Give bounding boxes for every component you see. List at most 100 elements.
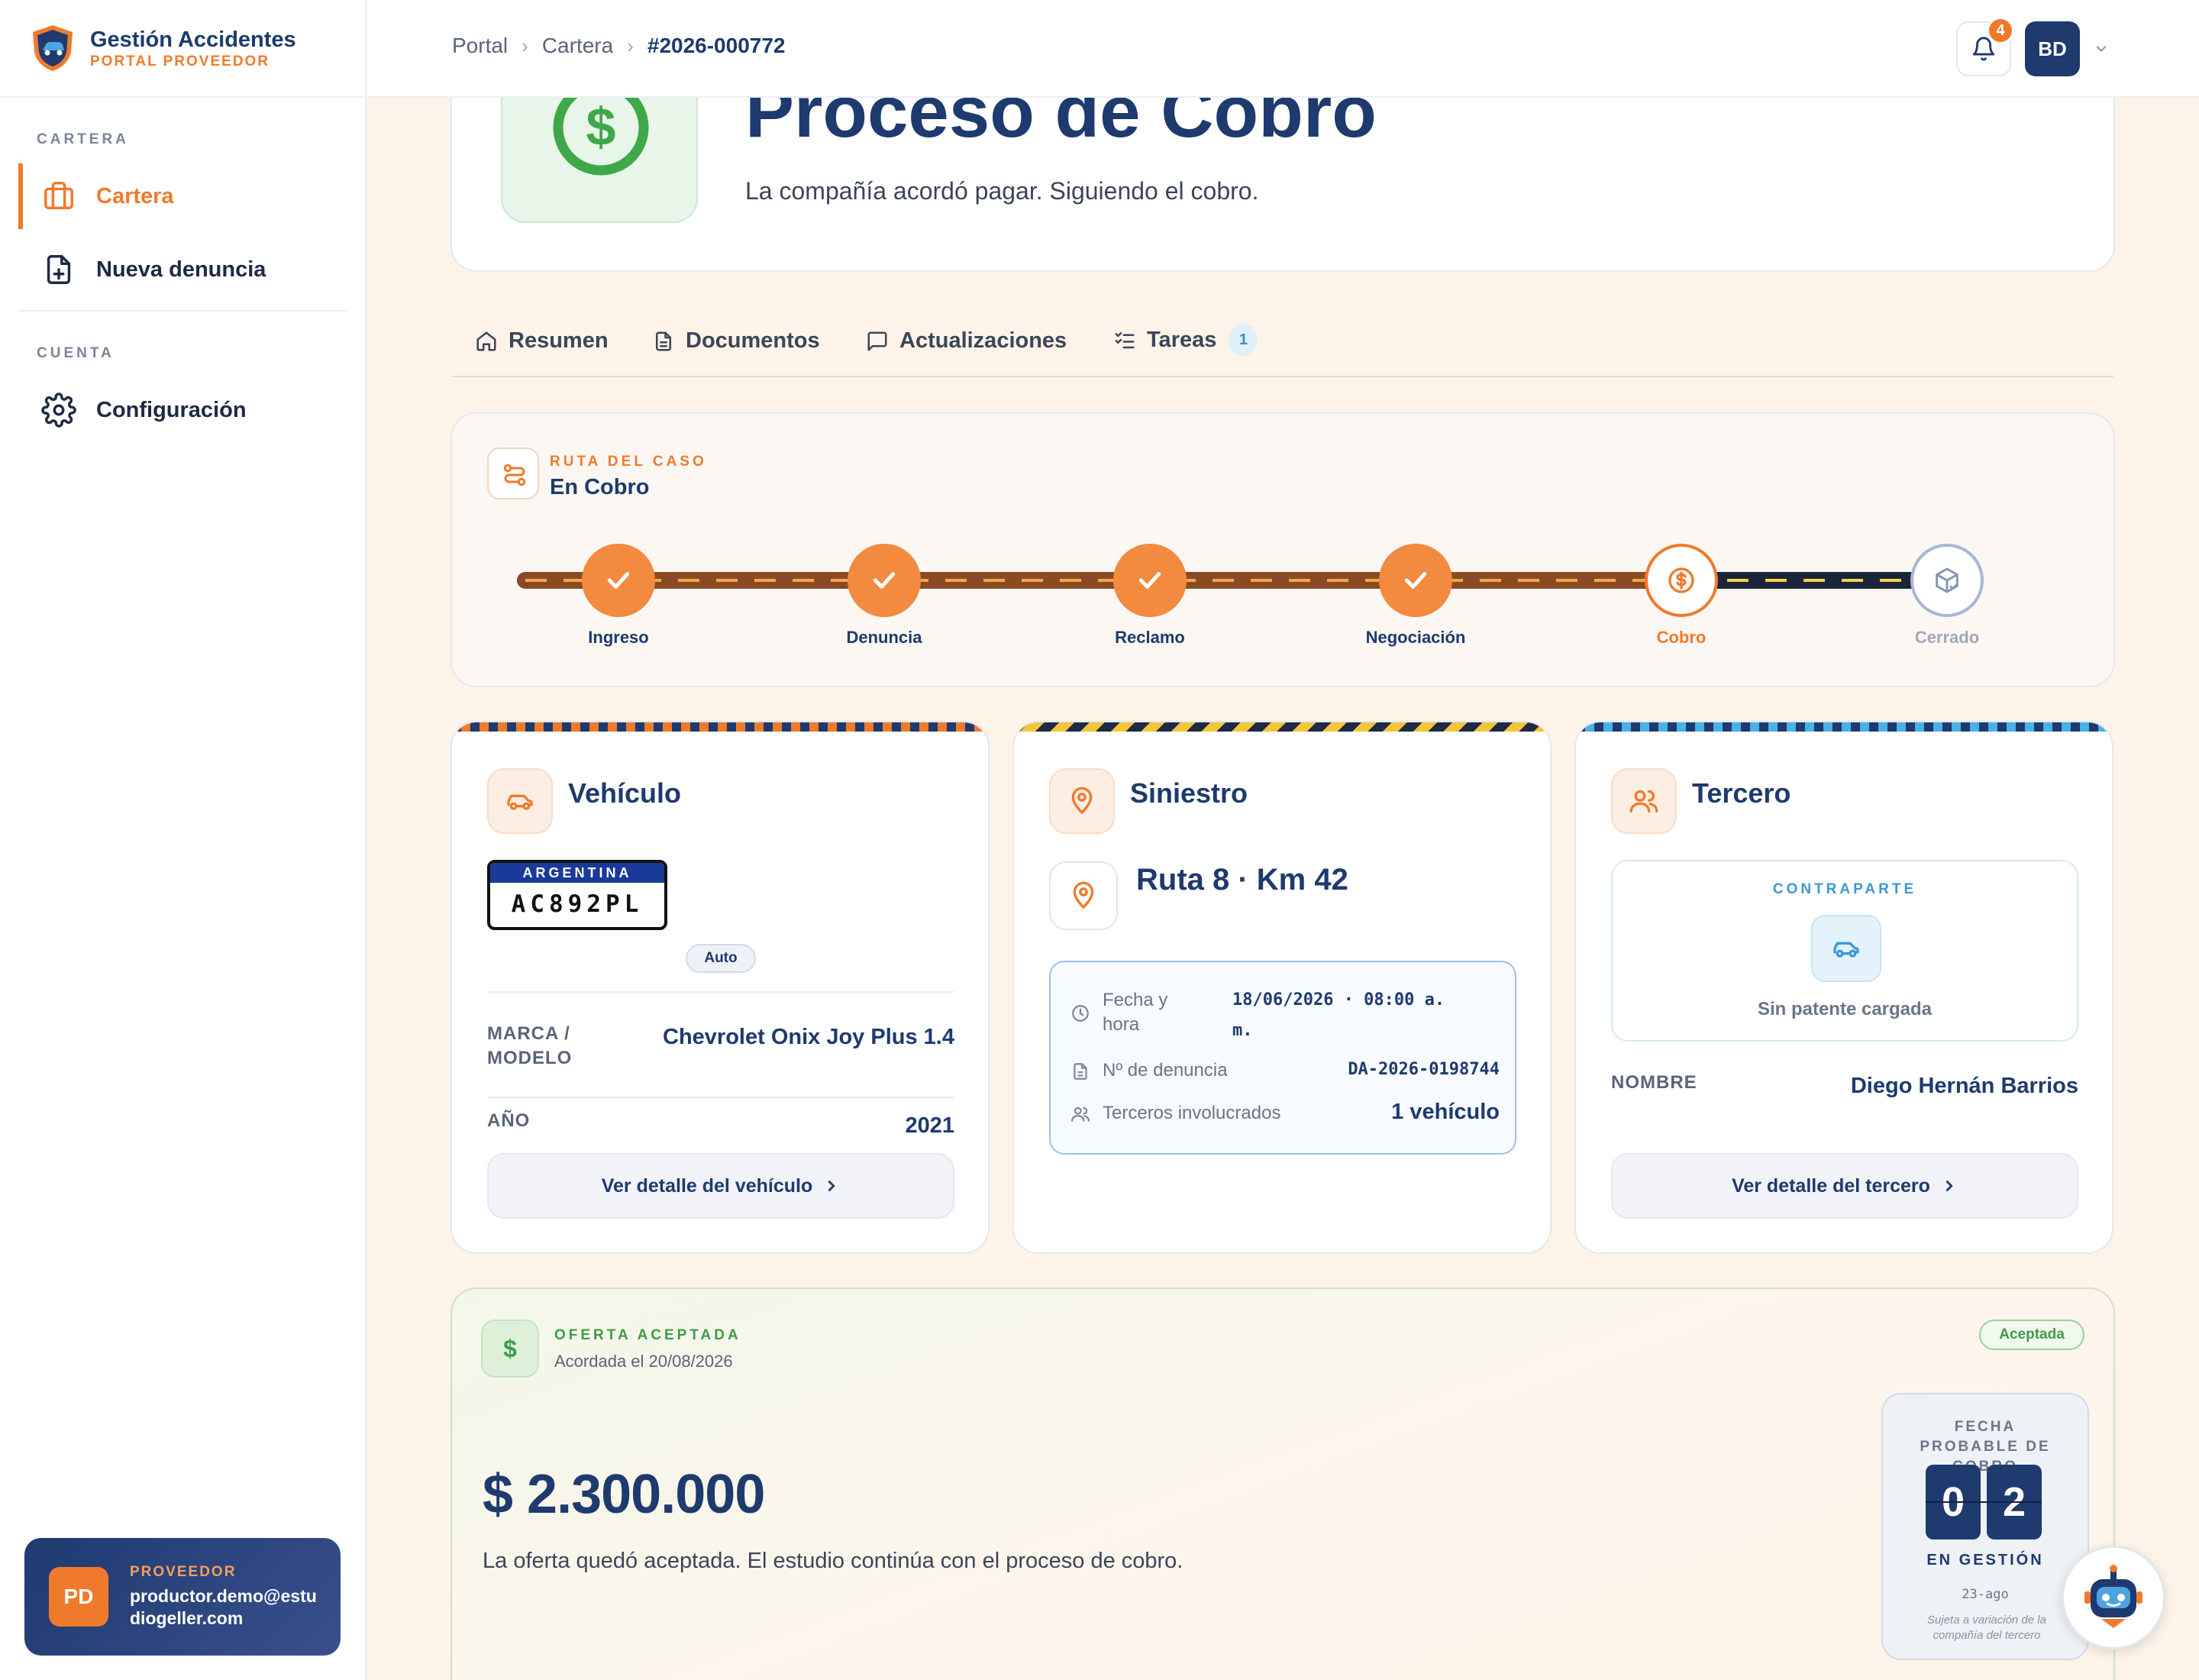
route-road bbox=[517, 572, 1972, 589]
counterpart-box: CONTRAPARTE Sin patente cargada bbox=[1611, 860, 2078, 1042]
offer-description: La oferta quedó aceptada. El estudio con… bbox=[483, 1549, 1183, 1573]
card-stripe bbox=[1576, 722, 2112, 732]
counterpart-value: Sin patente cargada bbox=[1757, 999, 1933, 1019]
shield-car-logo-icon bbox=[33, 25, 73, 71]
robot-icon bbox=[2084, 1565, 2142, 1628]
divider bbox=[487, 1097, 954, 1098]
gear-icon bbox=[41, 393, 76, 428]
payment-date-note: Sujeta a variación de la compañía del te… bbox=[1927, 1614, 2046, 1642]
payment-date-value: 23-ago bbox=[1962, 1587, 2009, 1602]
chevron-down-icon[interactable] bbox=[2094, 41, 2109, 57]
vehicle-detail-label: Ver detalle del vehículo bbox=[601, 1174, 813, 1197]
user-menu-avatar[interactable]: BD bbox=[2025, 21, 2080, 76]
check-icon bbox=[607, 572, 630, 589]
year-label: AÑO bbox=[487, 1110, 531, 1131]
sidebar-item-nueva-denuncia[interactable]: Nueva denuncia bbox=[18, 237, 347, 302]
step-label: Denuncia bbox=[846, 628, 922, 647]
incident-icon-box bbox=[1049, 768, 1115, 834]
sidebar-divider bbox=[18, 310, 347, 312]
tab-tareas[interactable]: Tareas 1 bbox=[1113, 324, 1258, 356]
map-pin-icon bbox=[1071, 787, 1093, 815]
vehicle-detail-button[interactable]: Ver detalle del vehículo bbox=[487, 1153, 954, 1219]
step-label: Ingreso bbox=[588, 628, 649, 647]
step-denuncia[interactable] bbox=[848, 544, 921, 617]
date-value: 18/06/2026 · 08:00 a. m. bbox=[1232, 990, 1445, 1040]
chat-icon bbox=[867, 331, 887, 351]
offer-label: OFERTA ACEPTADA bbox=[554, 1327, 741, 1343]
date-label: Fecha y hora bbox=[1103, 990, 1168, 1035]
third-party-icon-box bbox=[1611, 768, 1677, 834]
tab-bar: Resumen Documentos Actualizaciones Tarea… bbox=[452, 321, 2113, 377]
user-avatar: PD bbox=[49, 1567, 108, 1627]
third-parties-label: Terceros involucrados bbox=[1103, 1103, 1281, 1123]
assistant-bot-button[interactable] bbox=[2062, 1546, 2165, 1649]
user-card[interactable]: PD PROVEEDOR productor.demo@estudiogelle… bbox=[24, 1538, 341, 1656]
counterpart-car-icon-box bbox=[1811, 915, 1881, 982]
card-stripe bbox=[452, 722, 988, 732]
step-label: Negociación bbox=[1365, 628, 1466, 647]
tab-label: Documentos bbox=[686, 328, 820, 353]
clock-icon bbox=[1072, 1005, 1089, 1022]
incident-card: Siniestro Ruta 8 · Km 42 Fecha y hora 18… bbox=[1012, 721, 1552, 1254]
chevron-right-icon bbox=[1946, 1181, 1953, 1191]
document-icon bbox=[656, 331, 671, 351]
step-negociacion[interactable] bbox=[1379, 544, 1452, 617]
step-cerrado[interactable] bbox=[1910, 544, 1984, 617]
brand-title: Gestión Accidentes bbox=[90, 27, 296, 52]
breadcrumb-portal[interactable]: Portal bbox=[452, 34, 508, 58]
home-icon bbox=[476, 331, 496, 351]
vehicle-title: Vehículo bbox=[568, 777, 682, 809]
flip-divider bbox=[1926, 1501, 2042, 1503]
breadcrumb-cartera[interactable]: Cartera bbox=[542, 34, 613, 58]
sidebar-item-configuracion[interactable]: Configuración bbox=[18, 377, 347, 443]
counterpart-label: CONTRAPARTE bbox=[1772, 881, 1917, 897]
offer-card: $ OFERTA ACEPTADA Acordada el 20/08/2026… bbox=[450, 1287, 2115, 1680]
step-cobro[interactable] bbox=[1645, 544, 1718, 617]
brand-subtitle: PORTAL PROVEEDOR bbox=[90, 53, 270, 69]
vehicle-icon-box bbox=[487, 768, 553, 834]
dollar-circle-icon bbox=[1668, 567, 1694, 593]
sidebar-item-label: Cartera bbox=[96, 183, 174, 208]
check-icon bbox=[1404, 572, 1427, 589]
plate-number: AC892PL bbox=[511, 890, 644, 918]
incident-location: Ruta 8 · Km 42 bbox=[1136, 863, 1348, 897]
name-label: NOMBRE bbox=[1611, 1072, 1697, 1093]
svg-text:$: $ bbox=[586, 97, 616, 157]
brand[interactable]: Gestión Accidentes PORTAL PROVEEDOR bbox=[0, 0, 365, 98]
step-ingreso[interactable] bbox=[582, 544, 655, 617]
brand-model-label: MARCA / MODELO bbox=[487, 1023, 573, 1068]
name-value: Diego Hernán Barrios bbox=[1850, 1074, 2078, 1098]
card-stripe bbox=[1014, 722, 1550, 732]
tab-documentos[interactable]: Documentos bbox=[652, 328, 820, 354]
sidebar-item-label: Configuración bbox=[96, 397, 247, 422]
file-plus-icon bbox=[47, 255, 71, 284]
offer-status-badge: Aceptada bbox=[1979, 1320, 2084, 1350]
check-icon bbox=[873, 572, 896, 589]
tab-label: Tareas bbox=[1147, 327, 1217, 352]
tab-count-badge: 1 bbox=[1229, 324, 1258, 356]
year-value: 2021 bbox=[905, 1113, 954, 1138]
document-icon bbox=[1074, 1063, 1087, 1080]
step-label: Cerrado bbox=[1914, 628, 1980, 647]
tab-resumen[interactable]: Resumen bbox=[475, 328, 609, 354]
offer-amount: $ 2.300.000 bbox=[483, 1464, 765, 1525]
chevron-right-icon: › bbox=[521, 34, 528, 57]
topbar-overlay: Portal › Cartera › #2026-000772 4 BD bbox=[366, 0, 2199, 98]
sidebar-item-cartera[interactable]: Cartera bbox=[18, 163, 347, 229]
check-icon bbox=[1138, 572, 1161, 589]
third-party-detail-button[interactable]: Ver detalle del tercero bbox=[1611, 1153, 2078, 1219]
report-number-label: Nº de denuncia bbox=[1103, 1060, 1228, 1081]
brand-model-value: Chevrolet Onix Joy Plus 1.4 bbox=[663, 1025, 954, 1049]
step-label: Cobro bbox=[1656, 628, 1707, 647]
divider bbox=[487, 991, 954, 993]
car-icon bbox=[507, 794, 533, 810]
chevron-right-icon: › bbox=[627, 34, 634, 57]
tab-label: Resumen bbox=[509, 328, 609, 353]
tab-label: Actualizaciones bbox=[899, 328, 1067, 353]
step-reclamo[interactable] bbox=[1113, 544, 1187, 617]
breadcrumb-case-id: #2026-000772 bbox=[647, 34, 786, 57]
briefcase-icon bbox=[44, 182, 73, 210]
sidebar-item-label: Nueva denuncia bbox=[96, 257, 266, 282]
tab-actualizaciones[interactable]: Actualizaciones bbox=[866, 328, 1067, 354]
vehicle-type-badge: Auto bbox=[686, 944, 756, 973]
